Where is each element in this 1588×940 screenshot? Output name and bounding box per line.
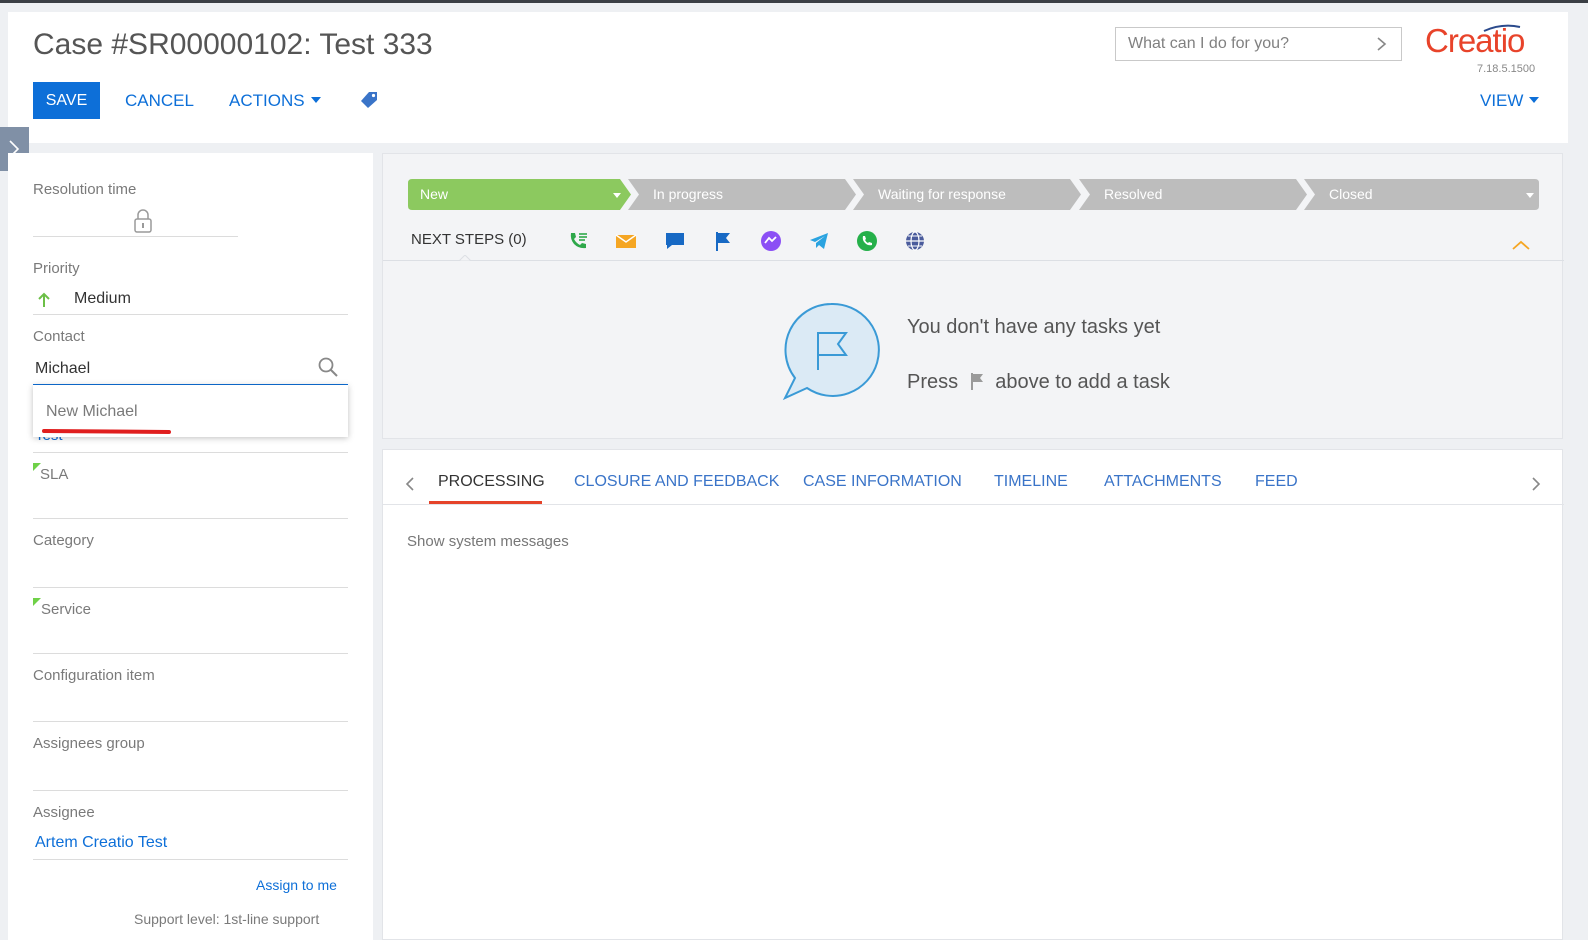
actions-button[interactable]: ACTIONS: [229, 91, 321, 111]
stage-label: In progress: [653, 186, 723, 202]
category-divider: [33, 587, 348, 588]
actions-label: ACTIONS: [229, 91, 305, 110]
empty-tasks-hint: Press above to add a task: [907, 371, 1170, 394]
assignee-label: Assignee: [33, 804, 95, 821]
service-label: Service: [41, 601, 92, 618]
flag-icon: [970, 373, 983, 390]
stage-closed[interactable]: Closed: [1304, 179, 1539, 210]
tab-pointer: [459, 255, 471, 261]
chevron-right-icon[interactable]: [1530, 476, 1542, 492]
save-button[interactable]: SAVE: [33, 82, 100, 119]
telegram-icon[interactable]: [808, 230, 830, 252]
configuration-item-divider: [33, 721, 348, 722]
page-header: Case #SR00000102: Test 333 SAVE CANCEL A…: [8, 12, 1568, 143]
category-label: Category: [33, 532, 94, 549]
chevron-left-icon[interactable]: [404, 476, 416, 492]
stage-label: New: [420, 186, 449, 202]
stage-in-progress[interactable]: In progress: [628, 179, 856, 210]
resolution-time-divider: [33, 236, 238, 237]
command-search: [1115, 27, 1402, 61]
sla-label: SLA: [40, 466, 69, 483]
stage-label: Closed: [1329, 186, 1373, 202]
configuration-item-label: Configuration item: [33, 667, 155, 684]
empty-tasks-title: You don't have any tasks yet: [907, 316, 1161, 338]
phone-icon[interactable]: [567, 230, 589, 252]
stage-new[interactable]: New: [408, 179, 631, 210]
tab-processing[interactable]: PROCESSING: [438, 473, 545, 491]
contact-input[interactable]: [33, 354, 348, 385]
assignee-value[interactable]: Artem Creatio Test: [35, 834, 167, 852]
page-title: Case #SR00000102: Test 333: [33, 28, 433, 61]
caret-down-icon: [1529, 97, 1540, 103]
support-level-text: Support level: 1st-line support: [134, 911, 320, 927]
messenger-icon[interactable]: [760, 230, 782, 252]
priority-label: Priority: [33, 260, 80, 277]
assign-to-me-link[interactable]: Assign to me: [256, 877, 337, 893]
account-divider: [33, 452, 348, 453]
hint-suffix: above to add a task: [995, 371, 1170, 393]
caret-down-icon: [310, 97, 321, 103]
stage-waiting-for-response[interactable]: Waiting for response: [853, 179, 1081, 210]
flag-icon[interactable]: [712, 230, 734, 252]
logo-swoosh-icon: [1483, 24, 1521, 32]
case-progress-panel: New In progress Waiting for response Res…: [382, 153, 1564, 439]
priority-divider: [33, 314, 348, 315]
empty-tasks-flag-bubble: [782, 302, 880, 401]
stage-resolved[interactable]: Resolved: [1079, 179, 1307, 210]
case-details-panel: Resolution time Priority Medium Contact …: [8, 153, 373, 940]
show-system-messages-link[interactable]: Show system messages: [407, 533, 569, 550]
assignees-group-label: Assignees group: [33, 735, 145, 752]
red-annotation-underline: [42, 429, 171, 434]
case-tabs-panel: PROCESSING CLOSURE AND FEEDBACK CASE INF…: [382, 449, 1564, 940]
tab-case-information[interactable]: CASE INFORMATION: [803, 473, 962, 491]
command-search-input[interactable]: [1116, 28, 1356, 60]
email-icon[interactable]: [615, 230, 637, 252]
tab-feed[interactable]: FEED: [1255, 473, 1298, 491]
stage-label: Resolved: [1104, 186, 1162, 202]
next-steps-divider: [383, 260, 1564, 261]
cancel-button[interactable]: CANCEL: [125, 91, 194, 111]
stage-label: Waiting for response: [878, 186, 1006, 202]
search-icon[interactable]: [317, 356, 339, 378]
required-marker: [33, 598, 41, 606]
lock-icon: [134, 209, 152, 233]
sla-divider: [33, 518, 348, 519]
whatsapp-icon[interactable]: [856, 230, 878, 252]
contact-label: Contact: [33, 328, 85, 345]
tab-attachments[interactable]: ATTACHMENTS: [1104, 473, 1222, 491]
hint-prefix: Press: [907, 371, 959, 393]
assignees-group-divider: [33, 790, 348, 791]
globe-icon[interactable]: [904, 230, 926, 252]
priority-value[interactable]: Medium: [74, 290, 131, 308]
assignee-divider: [33, 859, 348, 860]
resolution-time-label: Resolution time: [33, 181, 137, 198]
view-label: VIEW: [1480, 91, 1524, 110]
arrow-up-icon: [38, 292, 50, 307]
chat-icon[interactable]: [664, 230, 686, 252]
tab-closure-and-feedback[interactable]: CLOSURE AND FEEDBACK: [574, 473, 779, 491]
next-steps-tab[interactable]: NEXT STEPS (0): [411, 231, 527, 248]
tab-timeline[interactable]: TIMELINE: [994, 473, 1068, 491]
suggestion-new-michael[interactable]: New Michael: [46, 403, 138, 421]
service-divider: [33, 653, 348, 654]
version-label: 7.18.5.1500: [1477, 63, 1536, 75]
chevron-right-icon[interactable]: [1375, 36, 1389, 52]
tabs-divider: [383, 504, 1564, 505]
view-button[interactable]: VIEW: [1480, 91, 1540, 111]
tag-icon[interactable]: [360, 91, 378, 109]
chevron-up-icon[interactable]: [1511, 239, 1531, 251]
window-top-border: [0, 0, 1588, 3]
